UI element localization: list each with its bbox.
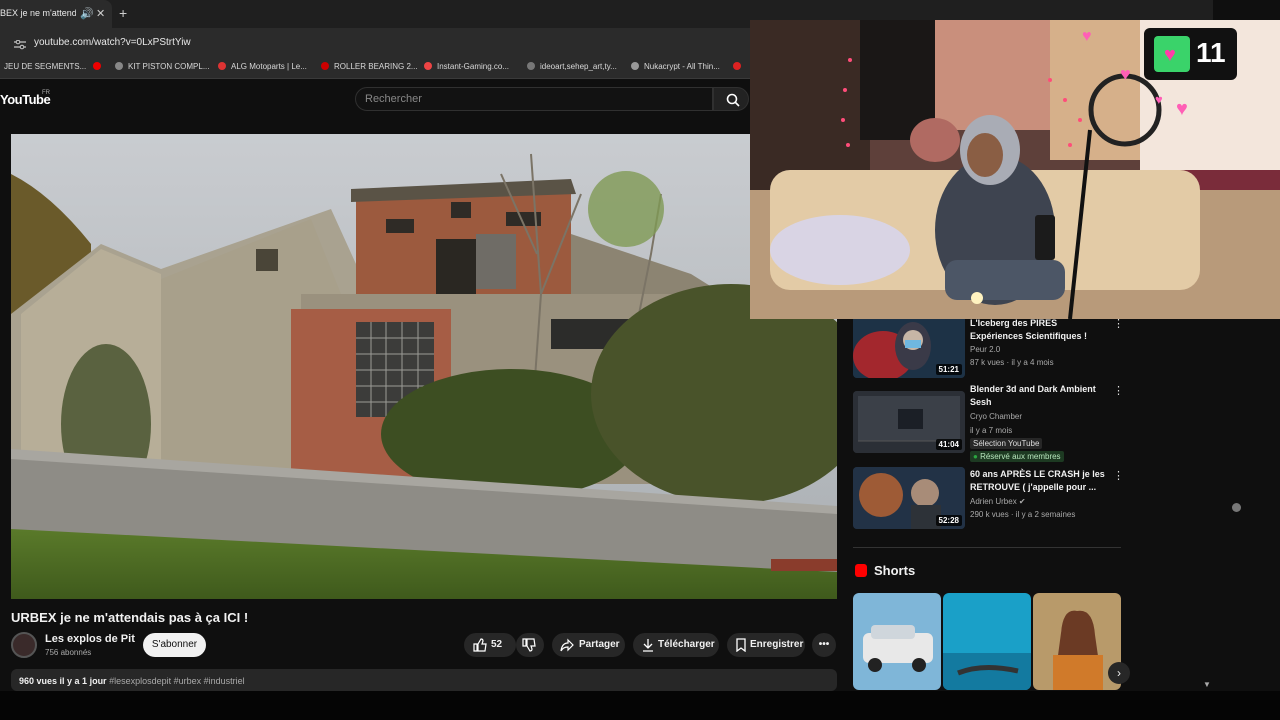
bookmark-favicon-icon [218, 62, 226, 70]
like-count: 52 [491, 639, 503, 650]
title-line: RETROUVE ( j'appelle pour ... [970, 482, 1097, 492]
view-count: 960 vues [19, 676, 58, 686]
verified-icon: ✔ [1018, 497, 1026, 506]
heart-icon: ♥ [1155, 92, 1163, 107]
members-icon: ● [973, 452, 978, 461]
region-code: FR [42, 90, 50, 96]
share-button[interactable]: Partager [552, 633, 625, 657]
bookmark-favicon-icon [527, 62, 535, 70]
video-duration: 51:21 [935, 364, 962, 375]
bookmark-item[interactable]: ideoart,sehep_art,ty... [540, 62, 617, 71]
new-tab-icon[interactable]: + [119, 6, 127, 20]
bookmark-item[interactable]: Nukacrypt - All Thin... [644, 62, 720, 71]
short-image [943, 593, 1031, 690]
tab-title: BEX je ne m'attendais [0, 8, 76, 18]
video-player[interactable] [11, 134, 837, 599]
short-thumbnail[interactable] [943, 593, 1031, 690]
heart-icon: ♥ [1120, 64, 1131, 84]
heart-icon: ♥ [1082, 28, 1092, 45]
save-button[interactable]: Enregistrer [727, 633, 805, 657]
title-line: Blender 3d and Dark Ambient [970, 384, 1096, 394]
members-only-label: Réservé aux membres [980, 452, 1061, 461]
bookmark-favicon-icon [115, 62, 123, 70]
video-duration: 41:04 [935, 439, 962, 450]
bottom-letterbox [0, 691, 1280, 720]
video-title: URBEX je ne m'attendais pas à ça ICI ! [11, 610, 249, 625]
featured-badge: Sélection YouTube [970, 438, 1043, 449]
more-options-icon[interactable]: ⋮ [1113, 469, 1124, 482]
more-actions-button[interactable]: ••• [812, 633, 836, 657]
heart-icon: ♥ [1176, 98, 1188, 120]
heart-icon: ♥ [1154, 36, 1190, 72]
recommendation-channel[interactable]: Peur 2.0 [970, 345, 1000, 354]
recommendation-thumbnail[interactable]: 52:28 [853, 467, 965, 529]
bookmark-icon [736, 638, 746, 652]
title-line: 60 ans APRÈS LE CRASH je les [970, 469, 1105, 479]
recommendation-channel[interactable]: Cryo Chamber [970, 412, 1022, 421]
heart-count: 11 [1196, 37, 1226, 68]
share-icon [560, 638, 574, 652]
dislike-button[interactable] [516, 633, 544, 657]
download-icon [643, 639, 653, 652]
description-line: 960 vues il y a 1 jour #lesexplosdepit #… [19, 676, 245, 686]
subscribe-button[interactable]: S'abonner [143, 633, 206, 657]
speaker-icon[interactable]: 🔊 [80, 8, 94, 20]
recommendation-channel[interactable]: Adrien Urbex ✔ [970, 497, 1026, 506]
cursor-dot [1232, 503, 1241, 512]
site-settings-icon[interactable] [14, 37, 26, 55]
video-duration: 52:28 [935, 515, 962, 526]
subscriber-count: 756 abonnés [45, 648, 92, 657]
more-options-icon[interactable]: ⋮ [1113, 384, 1124, 397]
recommendation-thumbnail[interactable]: 41:04 [853, 391, 965, 453]
channel-name-text: Adrien Urbex [970, 497, 1017, 506]
bookmark-favicon-icon [631, 62, 639, 70]
save-label: Enregistrer [750, 639, 804, 650]
search-icon [726, 93, 740, 107]
hashtags[interactable]: #lesexplosdepit #urbex #industriel [109, 676, 245, 686]
title-line: Expériences Scientifiques ! [970, 331, 1088, 341]
next-arrow-icon[interactable]: › [1108, 662, 1130, 684]
like-button[interactable]: 52 [464, 633, 516, 657]
recommendation-thumbnail[interactable]: 51:21 [853, 316, 965, 378]
more-dots-icon: ••• [818, 639, 830, 650]
divider [853, 547, 1121, 548]
recommendation-title[interactable]: 60 ans APRÈS LE CRASH je les RETROUVE ( … [970, 468, 1110, 494]
short-thumbnail[interactable] [853, 593, 941, 690]
members-only-badge: ● Réservé aux membres [970, 451, 1064, 462]
bookmark-favicon-icon [733, 62, 741, 70]
bookmark-item[interactable]: ALG Motoparts | Le... [231, 62, 307, 71]
bookmark-item[interactable]: ROLLER BEARING 2... [334, 62, 418, 71]
upload-date: il y a 1 jour [59, 676, 107, 686]
video-frame-image [11, 134, 837, 599]
thumbs-down-icon [522, 638, 536, 652]
bookmark-favicon-icon [424, 62, 432, 70]
channel-name[interactable]: Les explos de Pit [45, 633, 135, 645]
recommendation-meta: 290 k vues · il y a 2 semaines [970, 510, 1076, 519]
search-placeholder: Rechercher [365, 93, 422, 105]
title-line: Sesh [970, 397, 992, 407]
download-label: Télécharger [658, 639, 715, 650]
url-text[interactable]: youtube.com/watch?v=0LxPStrtYiw [34, 37, 191, 48]
bookmark-item[interactable]: JEU DE SEGMENTS... [4, 62, 86, 71]
thumbs-up-icon [473, 638, 487, 652]
scroll-down-arrow-icon[interactable]: ▼ [1203, 680, 1211, 689]
short-image [853, 593, 941, 690]
shorts-heading: Shorts [874, 563, 916, 578]
channel-avatar[interactable] [11, 632, 37, 658]
download-button[interactable]: Télécharger [633, 633, 719, 657]
recommendation-title[interactable]: L'Iceberg des PIRES Expériences Scientif… [970, 317, 1110, 343]
bookmark-item[interactable]: Instant-Gaming.co... [437, 62, 509, 71]
youtube-favicon-icon [93, 62, 101, 70]
recommendation-meta: 87 k vues · il y a 4 mois [970, 358, 1054, 367]
shorts-icon [855, 564, 867, 577]
share-label: Partager [579, 639, 620, 650]
bookmark-item[interactable]: KIT PISTON COMPL... [128, 62, 210, 71]
close-tab-icon[interactable]: ✕ [96, 8, 105, 20]
recommendation-meta: il y a 7 mois [970, 426, 1013, 435]
bookmark-favicon-icon [321, 62, 329, 70]
search-button[interactable] [713, 87, 749, 111]
recommendation-title[interactable]: Blender 3d and Dark Ambient Sesh [970, 383, 1110, 409]
